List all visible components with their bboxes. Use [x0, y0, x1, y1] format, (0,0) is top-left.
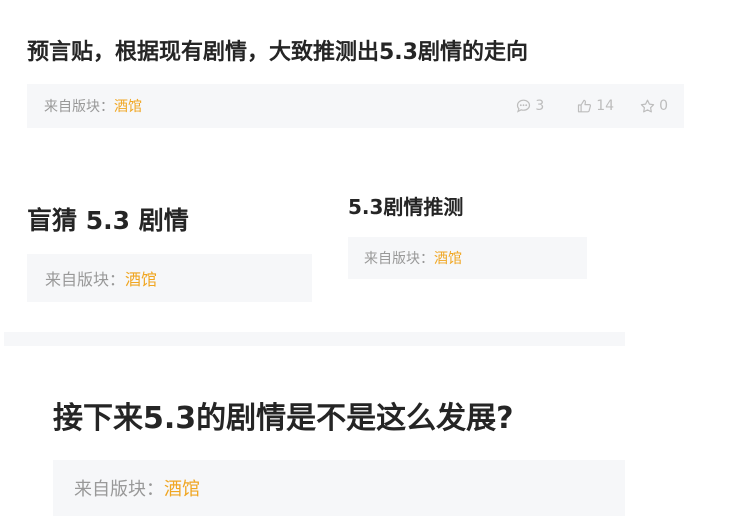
board-label: 来自版块：: [45, 270, 126, 289]
favorite-count: 0: [659, 98, 668, 114]
divider: [4, 332, 625, 346]
post-title[interactable]: 盲猜 5.3 剧情: [27, 202, 189, 240]
post-title[interactable]: 预言贴，根据现有剧情，大致推测出5.3剧情的走向: [27, 36, 528, 70]
board-label: 来自版块：: [364, 251, 434, 267]
like-count-button[interactable]: 14: [577, 98, 614, 114]
board-label: 来自版块：: [44, 99, 114, 115]
comment-icon: [517, 99, 531, 113]
post-meta-bar: 来自版块： 酒馆: [348, 237, 587, 279]
comment-count: 3: [535, 98, 545, 114]
board-link[interactable]: 酒馆: [164, 475, 200, 501]
post-meta-bar: 来自版块： 酒馆 3 14 0: [27, 84, 684, 128]
thumbs-up-icon: [578, 99, 592, 113]
post-meta-bar: 来自版块： 酒馆: [27, 254, 312, 302]
board-label: 来自版块：: [74, 479, 164, 500]
board-link[interactable]: 酒馆: [125, 266, 157, 290]
board-link[interactable]: 酒馆: [434, 248, 462, 268]
post-title[interactable]: 接下来5.3的剧情是不是这么发展?: [53, 396, 514, 442]
post-title[interactable]: 5.3剧情推测: [348, 190, 463, 224]
board-link[interactable]: 酒馆: [114, 96, 142, 116]
favorite-count-button[interactable]: 0: [640, 98, 668, 114]
post-meta-bar: 来自版块： 酒馆: [53, 460, 625, 516]
comment-count-button[interactable]: 3: [516, 98, 544, 114]
post-stats: 3 14 0: [498, 98, 668, 114]
star-icon: [640, 99, 655, 113]
like-count: 14: [596, 98, 615, 114]
